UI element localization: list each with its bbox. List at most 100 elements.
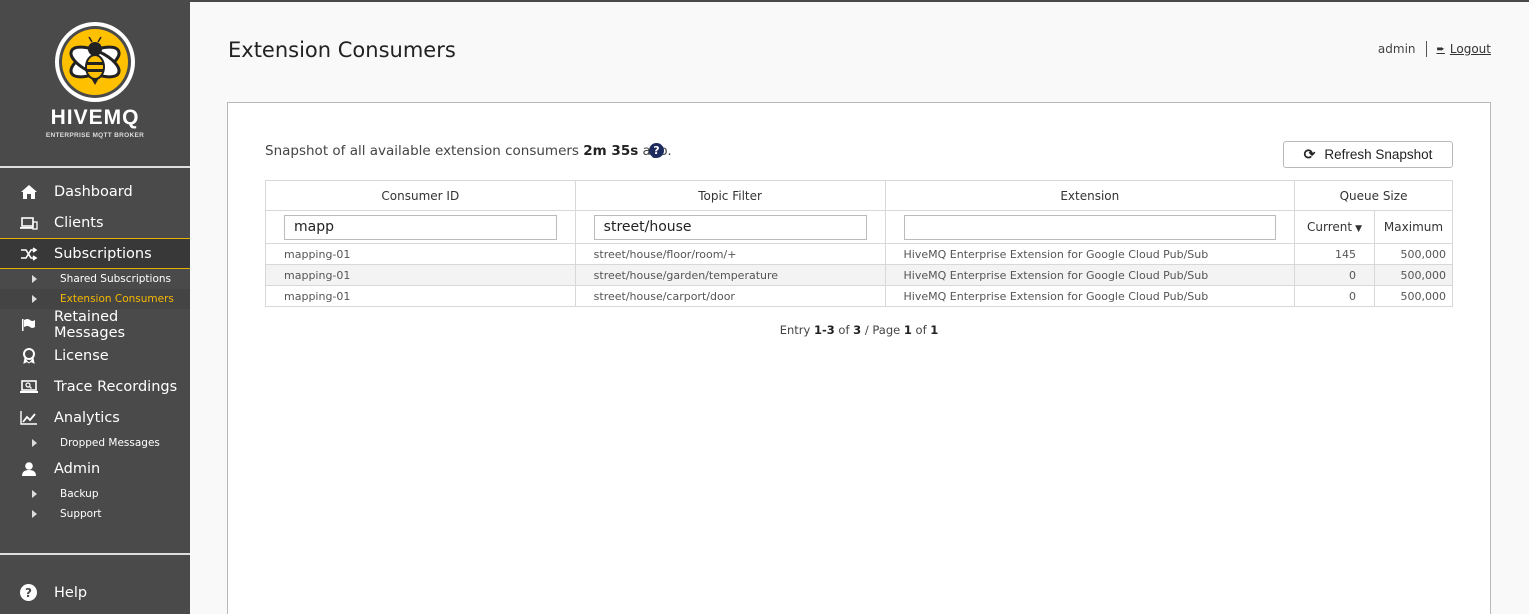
sidebar-subitem-support[interactable]: Support [0,504,190,524]
sign-out-icon: ➨ [1436,43,1445,55]
filter-cell [574,210,886,244]
caret-right-icon [32,490,37,498]
home-icon [20,184,38,200]
sidebar-item-label: Clients [54,214,104,231]
pagination-text: of [911,323,931,337]
cell-consumer-id: mapping-01 [265,264,576,286]
line-chart-icon [20,410,38,426]
table-row[interactable]: mapping-01 street/house/garden/temperatu… [265,264,1454,286]
cell-extension: HiveMQ Enterprise Extension for Google C… [884,264,1296,286]
sidebar-divider [0,553,190,555]
pagination-page: 1 [903,323,912,337]
cell-current: 0 [1294,264,1375,286]
divider [1425,41,1427,57]
refresh-label: Refresh Snapshot [1324,147,1433,162]
logo-name: HIVEMQ [50,106,140,129]
sidebar-subitem-label: Extension Consumers [60,293,174,305]
sidebar-item-dashboard[interactable]: Dashboard [0,176,190,207]
cell-current: 145 [1294,243,1375,265]
sidebar-item-label: Analytics [54,409,120,426]
sidebar-item-label: Retained Messages [54,308,126,341]
refresh-snapshot-button[interactable]: ⟳ Refresh Snapshot [1283,141,1453,168]
sidebar-item-trace-recordings[interactable]: Trace Recordings [0,371,190,402]
topic-filter-input[interactable] [593,214,867,240]
cell-maximum: 500,000 [1373,285,1454,307]
cell-topic-filter: street/house/garden/temperature [574,264,886,286]
caret-right-icon [32,295,37,303]
question-circle-icon: ? [20,584,37,601]
snapshot-prefix: Snapshot of all available extension cons… [265,143,584,159]
user-area: admin ➨ Logout [1378,41,1491,57]
sidebar-subitem-extension-consumers[interactable]: Extension Consumers [0,289,190,309]
pagination-text: Entry [779,323,814,337]
cell-maximum: 500,000 [1373,243,1454,265]
laptop-search-icon [20,379,38,395]
shuffle-icon [20,246,38,262]
column-header-topic-filter[interactable]: Topic Filter [574,180,886,211]
sidebar-item-label: Dashboard [54,183,133,200]
cell-topic-filter: street/house/floor/room/+ [574,243,886,265]
consumers-table: Consumer ID Topic Filter Extension Queue… [265,180,1454,307]
sidebar-item-label: Admin [54,460,101,477]
sidebar-item-label: Trace Recordings [54,378,178,395]
sidebar-item-retained-messages[interactable]: Retained Messages [0,308,190,341]
page-title: Extension Consumers [228,38,456,62]
filter-cell [265,210,576,244]
column-header-extension[interactable]: Extension [884,180,1296,211]
caret-right-icon [32,510,37,518]
sidebar-item-subscriptions[interactable]: Subscriptions [0,238,190,269]
bee-logo-icon [55,22,135,102]
extension-filter-input[interactable] [903,214,1277,240]
award-icon [20,347,38,364]
sidebar-subitem-dropped-messages[interactable]: Dropped Messages [0,433,190,453]
sidebar-item-label: Help [54,584,88,601]
pagination-range: 1-3 [813,323,835,337]
snapshot-age: 2m 35s [583,143,639,159]
column-header-consumer-id[interactable]: Consumer ID [265,180,576,211]
sidebar-subitem-label: Support [60,508,102,520]
cell-consumer-id: mapping-01 [265,285,576,307]
logo[interactable]: HIVEMQ ENTERPRISE MQTT BROKER [0,2,190,168]
sort-desc-icon: ▼ [1355,224,1362,234]
column-header-maximum[interactable]: Maximum [1373,210,1454,244]
caret-right-icon [32,439,37,447]
cell-consumer-id: mapping-01 [265,243,576,265]
consumer-id-filter-input[interactable] [284,214,557,240]
cell-topic-filter: street/house/carport/door [574,285,886,307]
sidebar-item-analytics[interactable]: Analytics [0,402,190,433]
sidebar-item-admin[interactable]: Admin [0,453,190,484]
snapshot-info: Snapshot of all available extension cons… [265,143,672,159]
sidebar-item-clients[interactable]: Clients [0,207,190,238]
cell-extension: HiveMQ Enterprise Extension for Google C… [884,285,1296,307]
cell-maximum: 500,000 [1373,264,1454,286]
sidebar-subitem-label: Backup [60,488,99,500]
column-header-queue-size: Queue Size [1294,180,1453,211]
sidebar-item-help[interactable]: ? Help [20,584,87,601]
help-icon[interactable]: ? [649,143,664,158]
pagination-text: of [834,323,854,337]
sidebar-subitem-label: Dropped Messages [60,437,160,449]
flag-icon [20,317,38,333]
cell-extension: HiveMQ Enterprise Extension for Google C… [884,243,1296,265]
sidebar-subitem-label: Shared Subscriptions [60,273,172,285]
filter-cell [884,210,1296,244]
sidebar-item-label: License [54,347,109,364]
table-row[interactable]: mapping-01 street/house/carport/door Hiv… [265,285,1454,307]
user-icon [20,461,38,477]
pagination-text: / Page [861,323,904,337]
sidebar: HIVEMQ ENTERPRISE MQTT BROKER Dashboard … [0,2,190,614]
column-header-label: Current [1307,220,1353,234]
content-panel: Snapshot of all available extension cons… [227,102,1491,614]
cell-current: 0 [1294,285,1375,307]
sidebar-item-license[interactable]: License [0,340,190,371]
logout-link[interactable]: ➨ Logout [1437,42,1491,56]
sidebar-nav: Dashboard Clients Subscriptions Shared S… [0,176,190,524]
refresh-icon: ⟳ [1303,146,1316,162]
sidebar-subitem-backup[interactable]: Backup [0,484,190,504]
username: admin [1377,42,1416,56]
column-header-current[interactable]: Current ▼ [1294,210,1375,244]
pagination-total: 3 [853,323,862,337]
table-row[interactable]: mapping-01 street/house/floor/room/+ Hiv… [265,243,1454,265]
pagination-pages: 1 [930,323,939,337]
sidebar-subitem-shared-subscriptions[interactable]: Shared Subscriptions [0,269,190,289]
